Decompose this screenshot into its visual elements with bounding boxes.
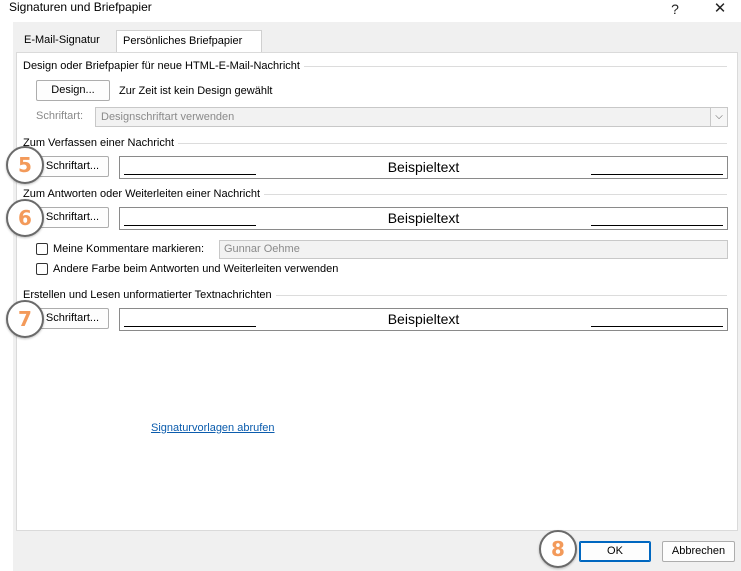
reply-font-preview: Beispieltext: [119, 207, 728, 230]
compose-group-label: Zum Verfassen einer Nachricht: [23, 137, 179, 149]
preview-rule: [591, 174, 723, 175]
step-callout-7: 7: [6, 300, 44, 338]
preview-rule: [124, 225, 256, 226]
preview-text: Beispieltext: [387, 210, 460, 226]
chevron-down-icon: ⌵: [710, 108, 727, 126]
preview-rule: [591, 225, 723, 226]
ok-button[interactable]: OK: [579, 541, 651, 562]
tab-label: Persönliches Briefpapier: [123, 35, 243, 47]
compose-font-preview: Beispieltext: [119, 156, 728, 179]
button-label: Schriftart...: [45, 312, 100, 324]
mark-comments-checkbox[interactable]: [36, 243, 48, 255]
close-icon[interactable]: ✕: [706, 0, 734, 19]
tab-panel: Design oder Briefpapier für neue HTML-E-…: [16, 52, 738, 531]
window-title: Signaturen und Briefpapier: [9, 0, 152, 14]
plain-font-preview: Beispieltext: [119, 308, 728, 331]
tab-personal-stationery[interactable]: Persönliches Briefpapier: [116, 30, 262, 53]
button-label: Schriftart...: [45, 211, 100, 223]
button-label: Schriftart...: [45, 160, 100, 172]
reply-group-label: Zum Antworten oder Weiterleiten einer Na…: [23, 188, 265, 200]
signature-templates-link[interactable]: Signaturvorlagen abrufen: [151, 422, 275, 434]
plain-group-label: Erstellen und Lesen unformatierter Textn…: [23, 289, 276, 301]
title-bar: Signaturen und Briefpapier ? ✕: [0, 0, 741, 20]
mark-comments-label: Meine Kommentare markieren:: [53, 243, 205, 255]
step-callout-5: 5: [6, 146, 44, 184]
dialog: E-Mail-Signatur Persönliches Briefpapier…: [13, 22, 741, 571]
help-icon[interactable]: ?: [661, 0, 689, 19]
other-color-checkbox[interactable]: [36, 263, 48, 275]
step-callout-8: 8: [539, 530, 577, 568]
preview-rule: [591, 326, 723, 327]
design-group-label: Design oder Briefpapier für neue HTML-E-…: [23, 60, 304, 72]
tab-label: E-Mail-Signatur: [24, 34, 100, 46]
font-select: Designschriftart verwenden ⌵: [95, 107, 728, 127]
preview-text: Beispieltext: [387, 311, 460, 327]
reply-font-button[interactable]: Schriftart...: [36, 207, 109, 228]
tab-email-signature[interactable]: E-Mail-Signatur: [18, 30, 114, 52]
cancel-button[interactable]: Abbrechen: [662, 541, 735, 562]
font-label: Schriftart:: [36, 110, 84, 122]
preview-text: Beispieltext: [387, 159, 460, 175]
step-callout-6: 6: [6, 199, 44, 237]
other-color-label: Andere Farbe beim Antworten und Weiterle…: [53, 263, 339, 275]
mark-comments-name-field[interactable]: Gunnar Oehme: [219, 240, 728, 259]
preview-rule: [124, 174, 256, 175]
compose-font-button[interactable]: Schriftart...: [36, 156, 109, 177]
design-status-text: Zur Zeit ist kein Design gewählt: [119, 85, 273, 97]
font-select-value: Designschriftart verwenden: [101, 111, 235, 123]
plain-font-button[interactable]: Schriftart...: [36, 308, 109, 329]
design-button[interactable]: Design...: [36, 80, 110, 101]
preview-rule: [124, 326, 256, 327]
